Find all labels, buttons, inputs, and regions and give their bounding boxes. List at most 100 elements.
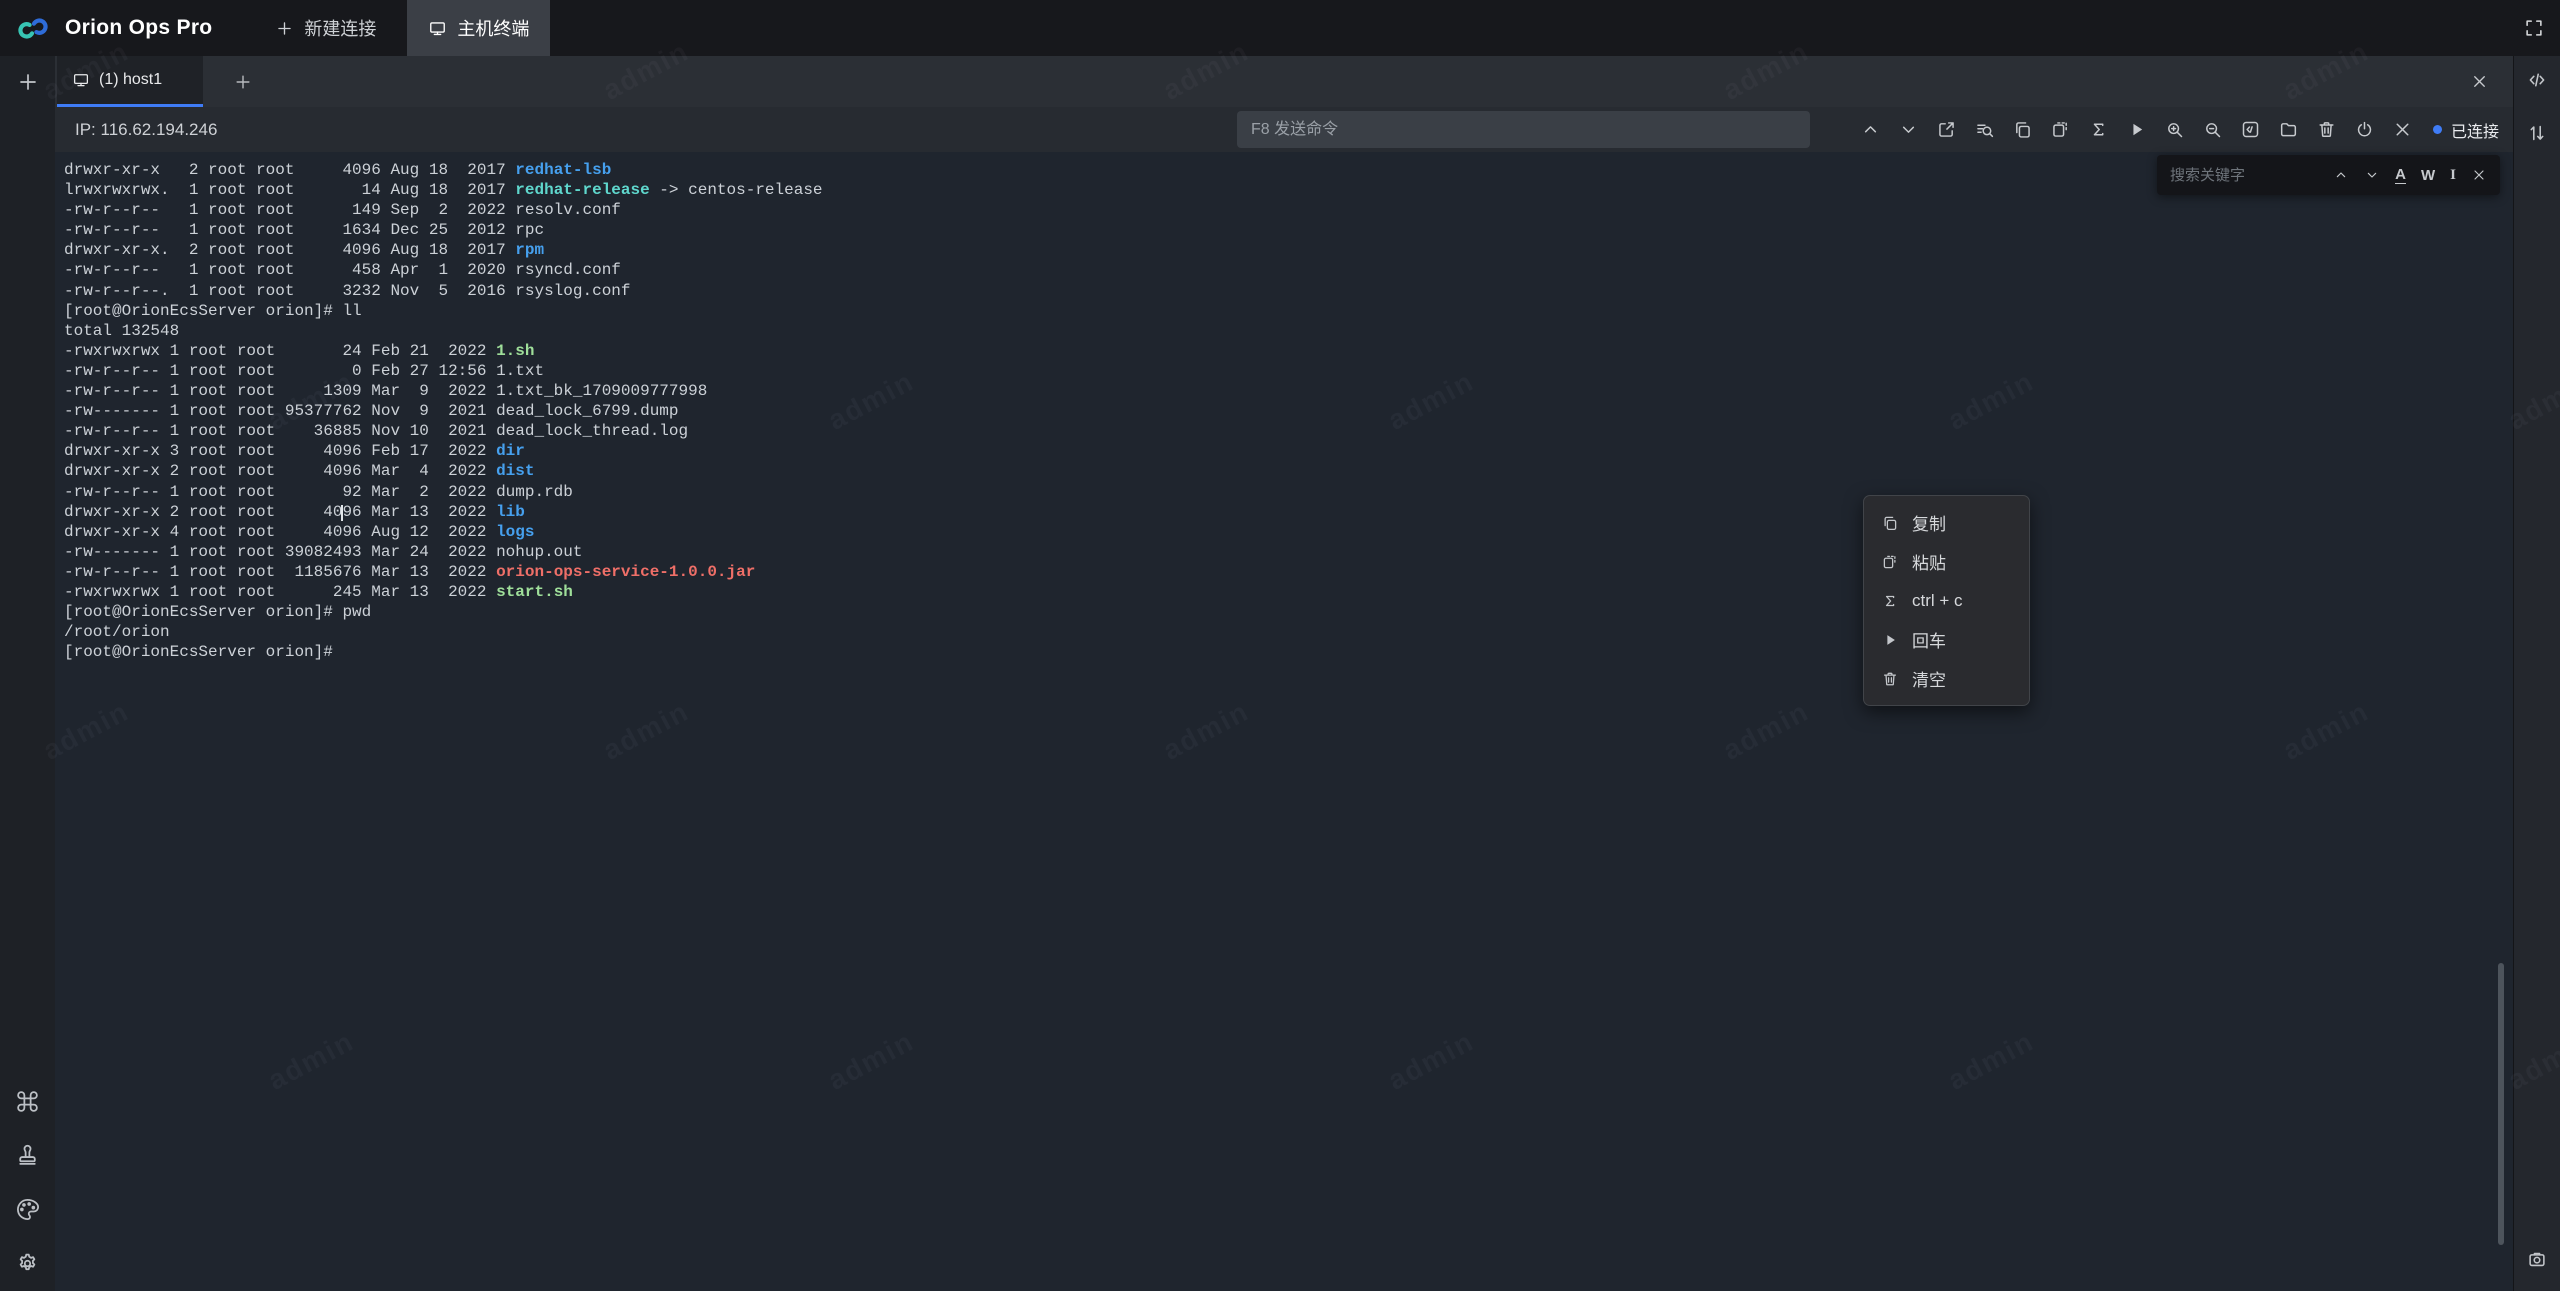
close-icon[interactable] (2392, 119, 2413, 140)
context-menu-item-clear[interactable]: 清空 (1864, 659, 2029, 698)
terminal-tabbar: (1) host1 (55, 56, 2513, 107)
host-terminal-tab[interactable]: 主机终端 (407, 0, 550, 56)
connection-status: 已连接 (2433, 107, 2499, 152)
context-menu-item-copy[interactable]: 复制 (1864, 503, 2029, 542)
topbar: Orion Ops Pro 新建连接 主机终端 (0, 0, 2560, 56)
chevron-up-icon[interactable] (1860, 119, 1881, 140)
context-menu-label: 清空 (1912, 666, 1946, 691)
monitor-icon (72, 71, 90, 89)
new-connection-tab[interactable]: 新建连接 (254, 0, 397, 56)
context-menu-item-paste[interactable]: 粘贴 (1864, 542, 2029, 581)
copy-icon (1881, 514, 1899, 532)
terminal-line: -rwxrwxrwx 1 root root 245 Mar 13 2022 s… (64, 582, 2513, 602)
zoom-out-icon[interactable] (2202, 119, 2223, 140)
camera-icon[interactable] (2526, 1248, 2548, 1270)
terminal-context-menu: 复制粘贴 ctrl + c 回车清空 (1863, 495, 2030, 706)
regex-icon[interactable]: I (2450, 168, 2456, 183)
context-menu-label: 回车 (1912, 627, 1946, 652)
terminal-line: -rw-r--r-- 1 root root 0 Feb 27 12:56 1.… (64, 361, 2513, 381)
match-case-icon[interactable]: A (2395, 167, 2406, 184)
whole-word-icon[interactable]: W (2421, 168, 2435, 183)
play-icon[interactable] (2126, 119, 2147, 140)
app-window: Orion Ops Pro 新建连接 主机终端 (1) host1 IP: 11… (0, 0, 2560, 1291)
monitor-icon (428, 19, 447, 38)
new-connection-label: 新建连接 (304, 15, 376, 41)
terminal-toolbar: IP: 116.62.194.246 已连接 (55, 107, 2513, 152)
terminal-line: drwxr-xr-x 4 root root 4096 Aug 12 2022 … (64, 522, 2513, 542)
terminal-line: -rwxrwxrwx 1 root root 24 Feb 21 2022 1.… (64, 341, 2513, 361)
plus-icon (275, 19, 294, 38)
settings-icon[interactable] (15, 1251, 40, 1276)
search-command-icon[interactable] (1974, 119, 1995, 140)
command-icon[interactable] (15, 1089, 40, 1114)
terminal-line: drwxr-xr-x 2 root root 4096 Mar 13 2022 … (64, 502, 2513, 522)
terminal-line: drwxr-xr-x 3 root root 4096 Feb 17 2022 … (64, 441, 2513, 461)
terminal-line: -rw-r--r--. 1 root root 3232 Nov 5 2016 … (64, 281, 2513, 301)
terminal-line: drwxr-xr-x 2 root root 4096 Mar 4 2022 d… (64, 461, 2513, 481)
new-terminal-plus-icon[interactable] (16, 70, 40, 94)
zoom-in-icon[interactable] (2164, 119, 2185, 140)
context-menu-item-ctrl-c[interactable]: ctrl + c (1864, 581, 2029, 620)
connection-status-dot (2433, 125, 2442, 134)
ip-address-label: IP: 116.62.194.246 (75, 107, 217, 152)
search-prev-icon[interactable] (2333, 167, 2349, 183)
chevron-down-icon[interactable] (1898, 119, 1919, 140)
play-icon (1881, 631, 1899, 649)
search-input[interactable] (2170, 167, 2323, 184)
paste-icon (1881, 553, 1899, 571)
open-window-icon[interactable] (1936, 119, 1957, 140)
terminal-tab-host1[interactable]: (1) host1 (57, 56, 203, 107)
terminal-line: [root@OrionEcsServer orion]# pwd (64, 602, 2513, 622)
terminal-line: -rw-r--r-- 1 root root 36885 Nov 10 2021… (64, 421, 2513, 441)
terminal-tab-label: (1) host1 (99, 71, 162, 89)
terminal-line: -rw-r--r-- 1 root root 1634 Dec 25 2012 … (64, 220, 2513, 240)
search-buttons: AWI (2333, 167, 2487, 184)
terminal-line: -rw-r--r-- 1 root root 92 Mar 2 2022 dum… (64, 482, 2513, 502)
send-command-input[interactable] (1237, 111, 1810, 148)
fullscreen-icon[interactable] (2523, 17, 2545, 39)
context-menu-label: ctrl + c (1912, 591, 1963, 611)
tabbar-close-icon[interactable] (2470, 56, 2489, 107)
trash-icon[interactable] (2316, 119, 2337, 140)
code-box-icon[interactable] (2240, 119, 2261, 140)
sigma-icon[interactable] (2088, 119, 2109, 140)
terminal-line: lrwxrwxrwx. 1 root root 14 Aug 18 2017 r… (64, 180, 2513, 200)
terminal-screen[interactable]: drwxr-xr-x 2 root root 4096 Aug 18 2017 … (55, 152, 2513, 1291)
left-sidebar-bottom-icons (0, 1089, 55, 1276)
terminal-search-panel: AWI (2157, 155, 2500, 195)
search-next-icon[interactable] (2364, 167, 2380, 183)
terminal-line: -rw-r--r-- 1 root root 1309 Mar 9 2022 1… (64, 381, 2513, 401)
search-close-icon[interactable] (2471, 167, 2487, 183)
context-menu-item-enter[interactable]: 回车 (1864, 620, 2029, 659)
power-icon[interactable] (2354, 119, 2375, 140)
terminal-line: total 132548 (64, 321, 2513, 341)
sort-icon[interactable] (2526, 122, 2548, 144)
terminal-line: [root@OrionEcsServer orion]# ll (64, 301, 2513, 321)
terminal-line: drwxr-xr-x. 2 root root 4096 Aug 18 2017… (64, 240, 2513, 260)
stamp-icon[interactable] (15, 1143, 40, 1168)
copy-icon[interactable] (2012, 119, 2033, 140)
code-icon[interactable] (2526, 69, 2548, 91)
app-logo (14, 15, 52, 42)
terminal-line: -rw------- 1 root root 95377762 Nov 9 20… (64, 401, 2513, 421)
trash-icon (1881, 670, 1899, 688)
paste-icon[interactable] (2050, 119, 2071, 140)
app-title: Orion Ops Pro (65, 16, 212, 40)
sigma-icon (1881, 592, 1899, 610)
terminal-line: -rw-r--r-- 1 root root 1185676 Mar 13 20… (64, 562, 2513, 582)
context-menu-label: 复制 (1912, 510, 1946, 535)
terminal-line: /root/orion (64, 622, 2513, 642)
terminal-scrollbar[interactable] (2498, 963, 2504, 1245)
context-menu-label: 粘贴 (1912, 549, 1946, 574)
right-sidebar (2513, 56, 2560, 1291)
connection-status-label: 已连接 (2451, 118, 2499, 142)
left-sidebar (0, 56, 55, 1291)
terminal-line: -rw-r--r-- 1 root root 149 Sep 2 2022 re… (64, 200, 2513, 220)
folder-icon[interactable] (2278, 119, 2299, 140)
new-tab-plus-icon[interactable] (221, 56, 265, 107)
terminal-line: [root@OrionEcsServer orion]# (64, 642, 2513, 662)
terminal-line: -rw------- 1 root root 39082493 Mar 24 2… (64, 542, 2513, 562)
terminal-line: -rw-r--r-- 1 root root 458 Apr 1 2020 rs… (64, 260, 2513, 280)
terminal-line: drwxr-xr-x 2 root root 4096 Aug 18 2017 … (64, 160, 2513, 180)
palette-icon[interactable] (15, 1197, 40, 1222)
